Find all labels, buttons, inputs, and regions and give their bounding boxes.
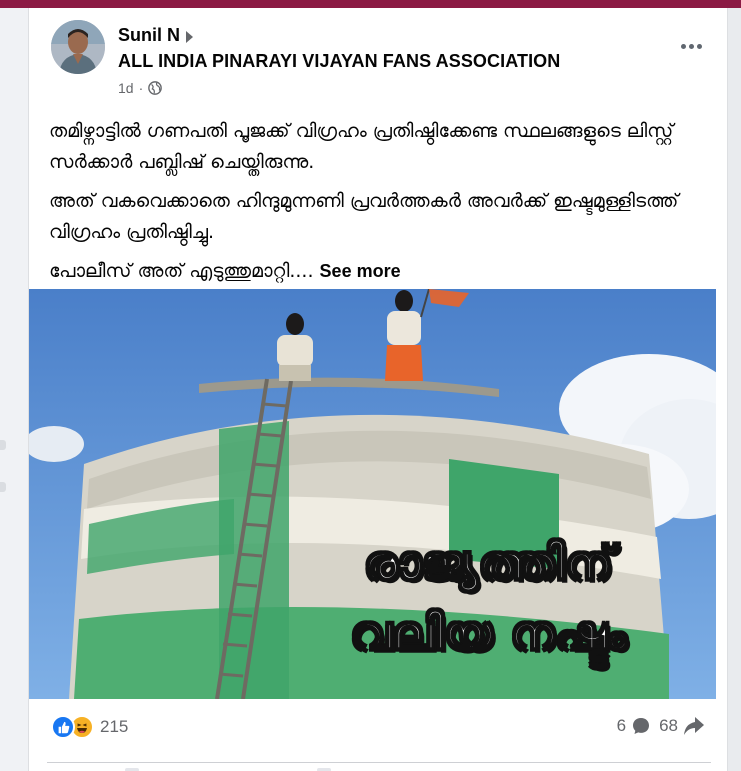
comments-stat[interactable]: 6	[617, 716, 651, 736]
post-paragraph: അത് വകവെക്കാതെ ഹിന്ദുമുന്നണി പ്രവർത്തകർ …	[49, 190, 679, 243]
left-gutter	[0, 8, 28, 771]
comment-count: 6	[616, 716, 627, 735]
gutter-handle	[0, 440, 6, 450]
post-paragraph-truncated: പോലീസ് അത് എടുത്തുമാറ്റി.... See more	[49, 256, 709, 287]
reactions-summary[interactable]: 215	[51, 715, 128, 739]
action-divider	[47, 762, 711, 763]
reaction-count: 215	[100, 717, 129, 736]
comment-icon	[633, 718, 650, 734]
image-caption-line: വലിയ നഷ്ടം	[350, 605, 628, 662]
separator-dot: ·	[138, 80, 144, 96]
share-count: 68	[659, 716, 678, 735]
see-more-link[interactable]: See more	[320, 261, 401, 281]
image-caption-line: രാജ്യത്തിന്	[363, 535, 615, 592]
globe-icon	[148, 81, 163, 95]
post-card: Sunil N ALL INDIA PINARAYI VIJAYAN FANS …	[28, 8, 728, 771]
play-icon	[186, 30, 193, 43]
gutter-handle	[0, 482, 6, 492]
post-paragraph: തമിഴ്നാട്ടിൽ ഗണപതി പൂജക്ക് വിഗ്രഹം പ്രതി…	[49, 120, 674, 173]
author-name[interactable]: Sunil N	[118, 25, 180, 46]
top-accent-bar	[0, 0, 741, 8]
avatar-photo	[51, 20, 105, 74]
shares-stat[interactable]: 68	[659, 716, 705, 736]
engagement-stats: 6 68	[617, 716, 705, 736]
post-time[interactable]: 1d	[118, 80, 134, 96]
truncated-line: പോലീസ് അത് എടുത്തുമാറ്റി....	[49, 260, 314, 282]
group-name[interactable]: ALL INDIA PINARAYI VIJAYAN FANS ASSOCIAT…	[118, 51, 560, 72]
post-meta: 1d ·	[118, 80, 163, 96]
avatar[interactable]	[51, 20, 105, 74]
post-text: തമിഴ്നാട്ടിൽ ഗണപതി പൂജക്ക് വിഗ്രഹം പ്രതി…	[49, 116, 709, 295]
like-icon	[51, 715, 75, 739]
more-options-icon[interactable]	[673, 34, 709, 58]
share-icon	[684, 717, 704, 735]
